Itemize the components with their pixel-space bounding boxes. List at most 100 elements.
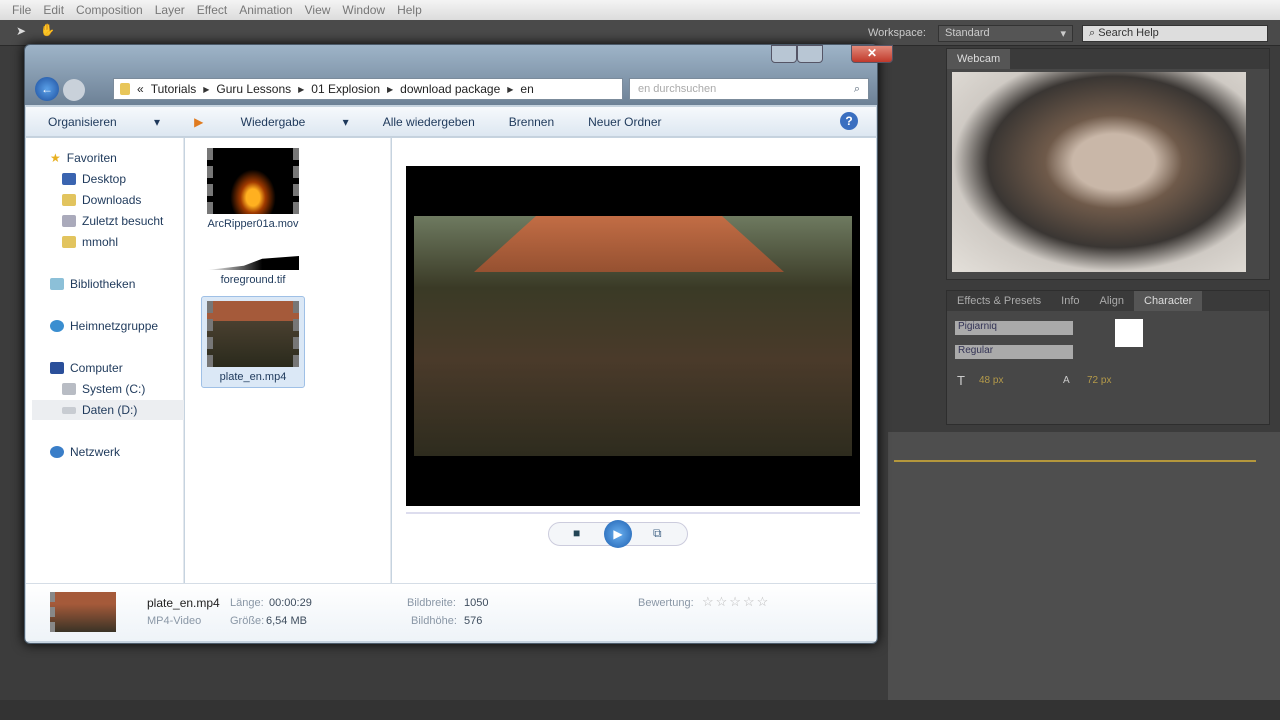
nav-label: Zuletzt besucht [82,214,164,228]
explorer-window: ✕ ← « Tutorials ▶ Guru Lessons ▶ 01 Explos… [24,44,893,644]
webcam-feed [952,72,1246,272]
nav-label: Favoriten [66,151,117,165]
drive-icon [62,383,76,395]
video-thumbnail [207,301,299,367]
homegroup-icon [50,320,64,332]
breadcrumb-item[interactable]: download package [400,82,500,96]
timeline-panel [888,432,1280,702]
menu-animation[interactable]: Animation [233,3,298,17]
seek-bar[interactable] [406,512,860,514]
hand-tool-icon[interactable]: ✋ [40,23,55,37]
length-label: Länge: [230,597,264,609]
breadcrumb-item[interactable]: 01 Explosion [311,82,380,96]
explorer-search-input[interactable]: en durchsuchen ⌕ [629,78,869,100]
menu-edit[interactable]: Edit [37,3,70,17]
breadcrumb-item[interactable]: Tutorials [151,82,197,96]
rating-stars[interactable]: ☆☆☆☆☆ [702,594,770,610]
nav-label: mmohl [82,235,119,249]
downloads-icon [62,194,76,206]
workspace-select[interactable]: Standard ▾ [938,25,1073,42]
fill-color-swatch[interactable] [1115,319,1143,347]
work-area-bar[interactable] [894,460,1256,462]
breadcrumb-item[interactable]: Guru Lessons [216,82,291,96]
play-menu-button[interactable]: ▶ Wiedergabe ▾ [194,115,349,129]
fullscreen-icon[interactable]: ⧉ [653,526,662,541]
width-value: 1050 [464,597,489,609]
address-bar[interactable]: « Tutorials ▶ Guru Lessons ▶ 01 Explosion ▶… [113,78,623,100]
new-folder-button[interactable]: Neuer Ordner [588,115,661,129]
organize-button[interactable]: Organisieren ▾ [48,115,160,129]
tab-webcam[interactable]: Webcam [947,49,1011,69]
menu-file[interactable]: File [6,3,37,17]
nav-label: Bibliotheken [70,277,136,291]
play-icon: ▶ [194,114,207,129]
nav-label: Downloads [82,193,142,207]
file-item[interactable]: ArcRipper01a.mov [201,148,305,230]
desktop-icon [62,173,76,185]
menu-view[interactable]: View [299,3,337,17]
command-bar: Organisieren ▾ ▶ Wiedergabe ▾ Alle wiede… [26,107,876,137]
overflow-icon: « [137,82,144,96]
font-style-select[interactable]: Regular [955,345,1073,359]
search-icon: ⌕ [853,83,860,95]
chevron-down-icon: ▾ [1060,28,1066,40]
tab-character[interactable]: Character [1134,291,1203,311]
character-panel: Effects & Presets Info Align Character P… [946,290,1270,425]
search-help-text: Search Help [1098,27,1159,39]
close-button[interactable]: ✕ [851,45,893,63]
play-button[interactable]: ▶ [604,520,632,548]
height-label: Bildhöhe: [411,615,457,627]
play-all-button[interactable]: Alle wiedergeben [383,115,475,129]
playback-controls: ■ ▶ ⧉ [548,520,688,548]
workspace-value: Standard [945,27,990,39]
menu-composition[interactable]: Composition [70,3,149,17]
size-value: 6,54 MB [266,615,307,627]
size-label: Größe: [230,615,265,627]
burn-button[interactable]: Brennen [509,115,554,129]
file-item[interactable]: foreground.tif [201,256,305,286]
file-thumbnail [50,592,116,632]
maximize-button[interactable] [797,45,823,63]
file-name: foreground.tif [220,274,286,286]
search-placeholder: en durchsuchen [638,83,717,95]
help-icon[interactable]: ? [840,112,858,130]
tab-info[interactable]: Info [1051,295,1089,307]
nav-drive-d[interactable]: Daten (D:) [32,400,184,420]
video-thumbnail [207,148,299,214]
selection-tool-icon[interactable]: ➤ [16,24,26,38]
menu-bar: File Edit Composition Layer Effect Anima… [0,0,1280,20]
length-value: 00:00:29 [269,597,312,609]
tab-align[interactable]: Align [1090,295,1134,307]
leading-value[interactable]: 72 px [1087,375,1111,386]
nav-label: Computer [70,361,123,375]
menu-layer[interactable]: Layer [149,3,191,17]
menu-effect[interactable]: Effect [191,3,233,17]
workspace-label: Workspace: [868,27,926,39]
minimize-button[interactable] [771,45,797,63]
tab-effects-presets[interactable]: Effects & Presets [947,295,1051,307]
menu-window[interactable]: Window [336,3,391,17]
back-button[interactable]: ← [35,77,59,101]
breadcrumb-item[interactable]: en [520,82,533,96]
details-pane: plate_en.mp4 MP4-Video Länge: 00:00:29 G… [26,583,876,641]
nav-label: System (C:) [82,382,146,396]
search-help-input[interactable]: ⌕ Search Help [1082,25,1268,42]
forward-button[interactable] [63,79,85,101]
recent-places-icon [62,215,76,227]
detail-filetype: MP4-Video [147,615,202,627]
menu-help[interactable]: Help [391,3,428,17]
file-item-selected[interactable]: plate_en.mp4 [201,296,305,388]
font-family-select[interactable]: Pigiarniq [955,321,1073,335]
height-value: 576 [464,615,483,627]
detail-filename: plate_en.mp4 [147,596,220,610]
network-icon [50,446,64,458]
drive-icon [62,406,76,414]
file-name: plate_en.mp4 [219,371,287,383]
video-preview[interactable] [406,166,860,506]
image-thumbnail [207,256,299,270]
libraries-icon [50,278,64,290]
video-frame [414,216,852,456]
font-size-value[interactable]: 48 px [979,375,1003,386]
search-icon: ⌕ [1089,27,1099,39]
stop-icon[interactable]: ■ [573,526,580,540]
